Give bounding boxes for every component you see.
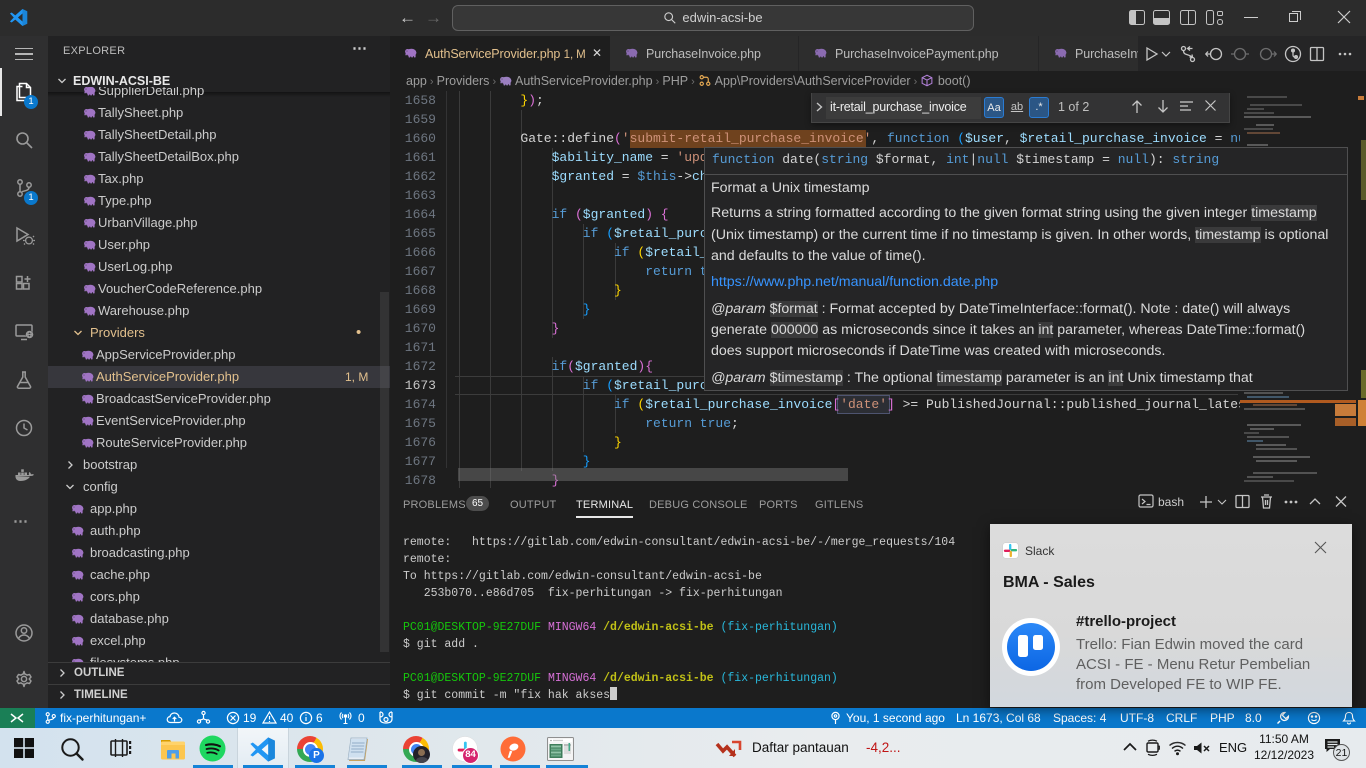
svg-text:bash: bash [1158,495,1184,509]
